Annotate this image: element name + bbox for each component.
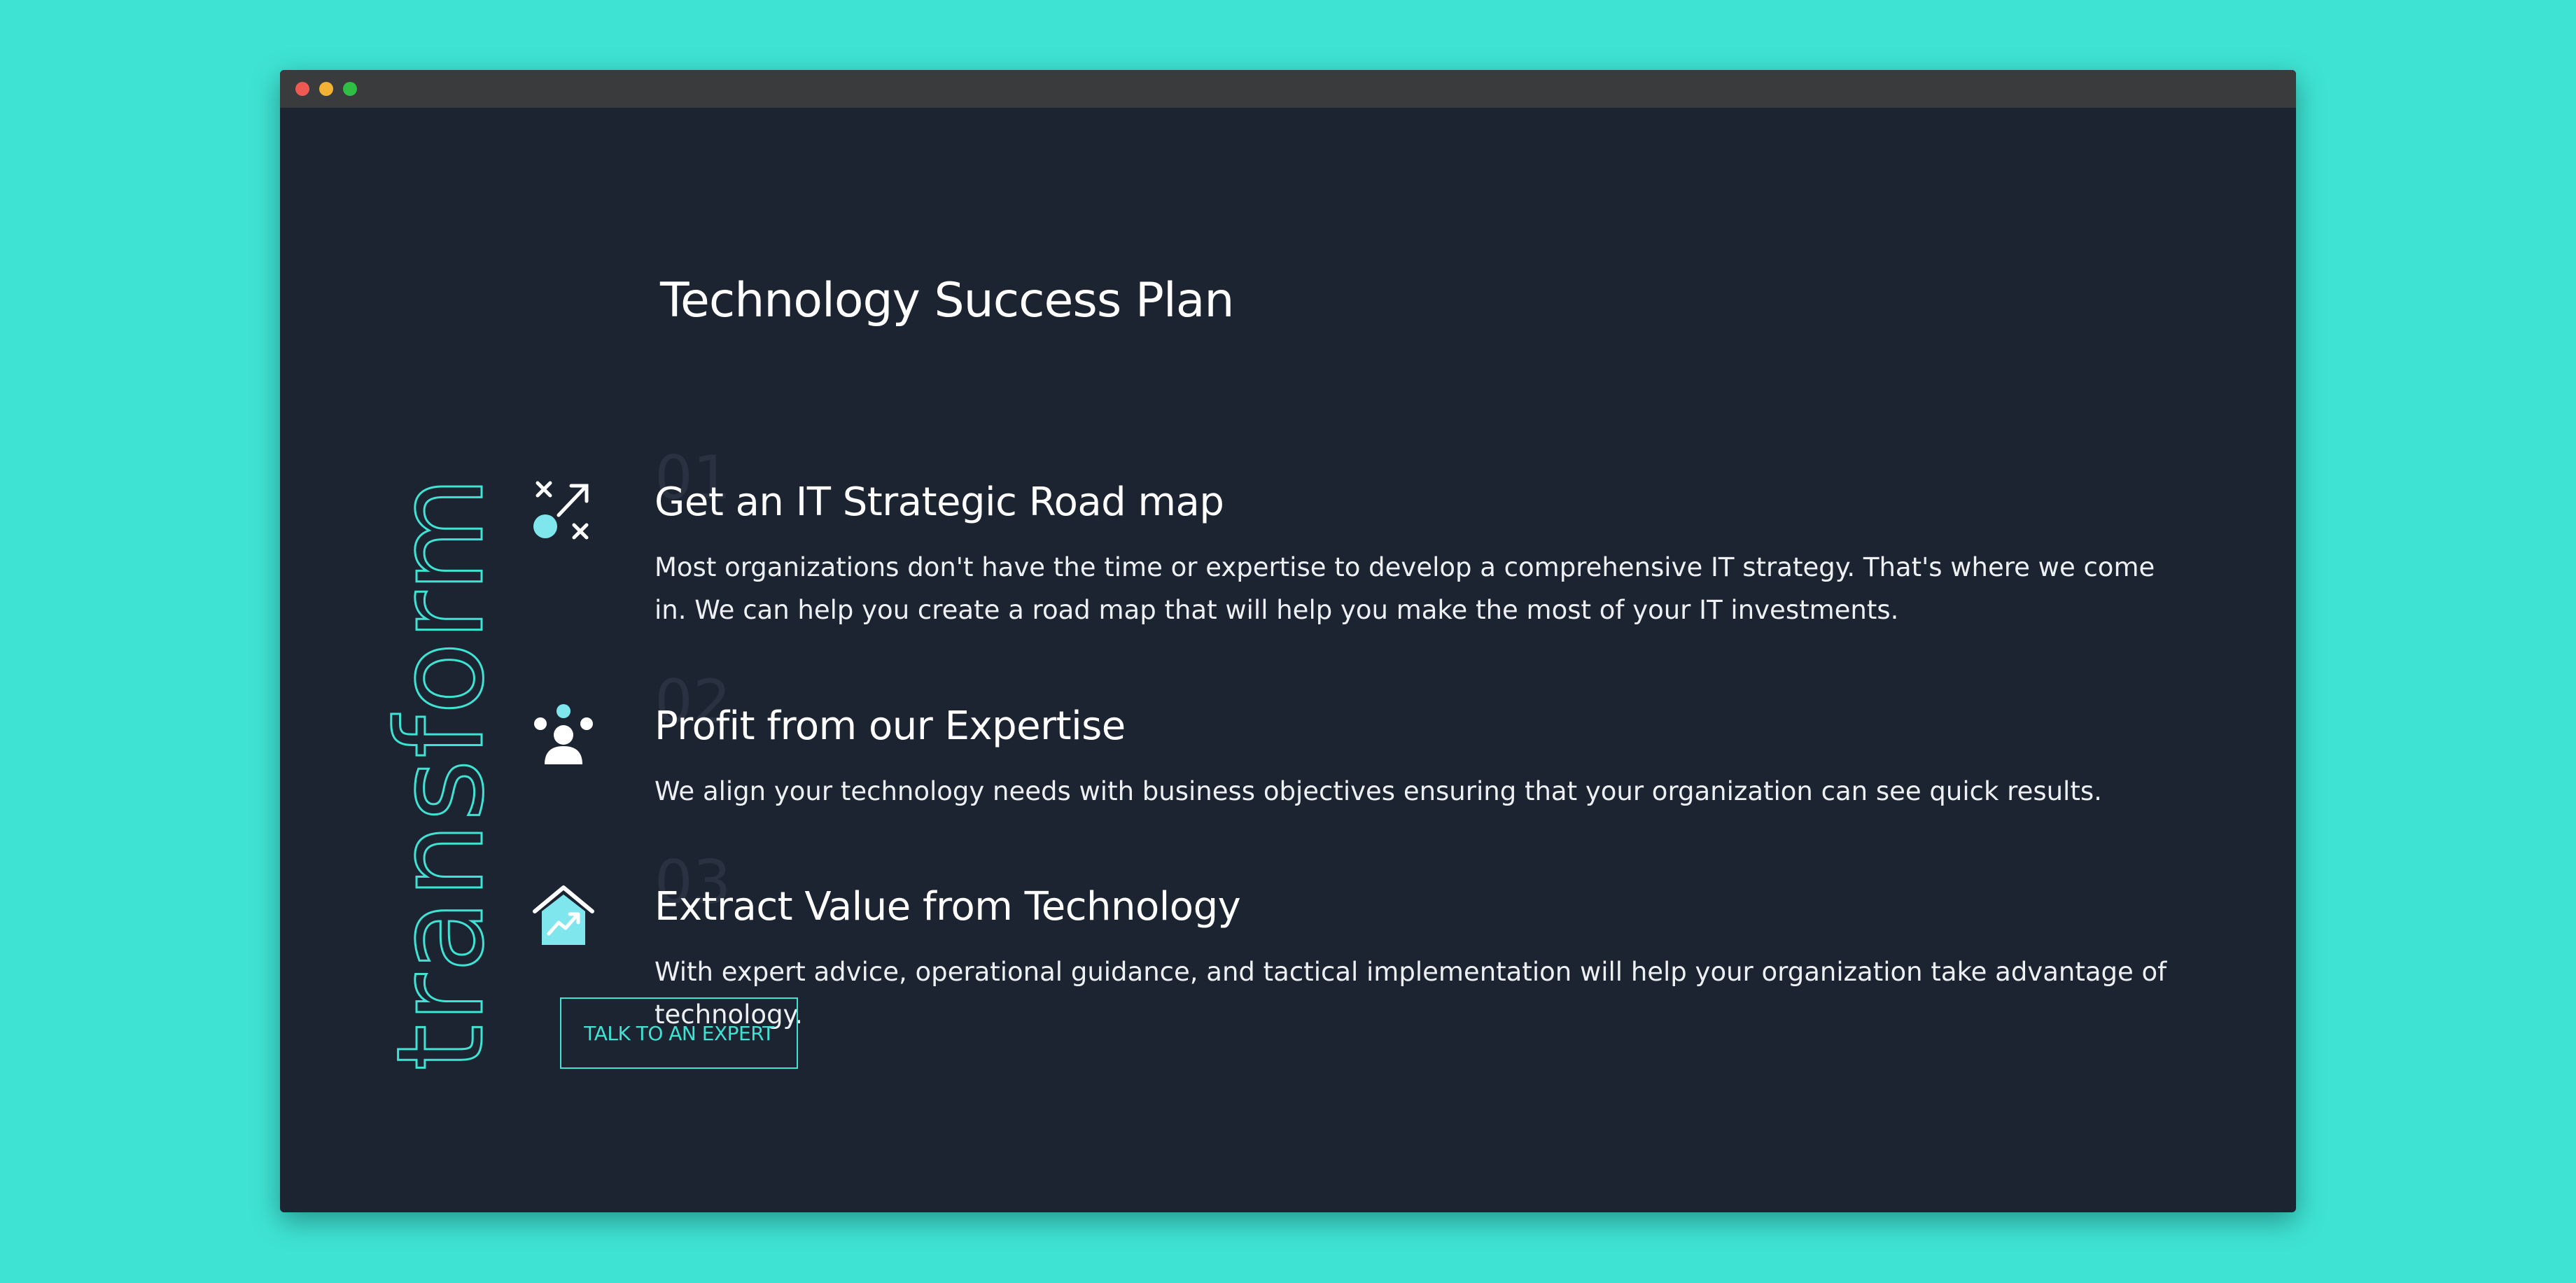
side-word-transform: transform [371,474,512,1072]
step-title: Extract Value from Technology [654,884,1241,930]
minimize-window-button[interactable] [319,82,333,96]
close-window-button[interactable] [295,82,309,96]
step-title: Profit from our Expertise [654,703,1126,749]
talk-to-expert-button[interactable]: TALK TO AN EXPERT [560,997,798,1069]
window-titlebar [280,70,2296,108]
expert-team-icon [534,704,593,764]
step-title: Get an IT Strategic Road map [654,479,1224,525]
step-description: Most organizations don't have the time o… [654,552,2155,625]
step-description: With expert advice, operational guidance… [654,957,2167,1030]
maximize-window-button[interactable] [343,82,357,96]
house-growth-icon [533,885,594,945]
strategy-play-icon [533,481,589,540]
browser-window: transform Technology Success Plan 01 Get… [280,70,2296,1212]
page-title: Technology Success Plan [660,273,1235,328]
step-description: We align your technology needs with busi… [654,776,2102,806]
